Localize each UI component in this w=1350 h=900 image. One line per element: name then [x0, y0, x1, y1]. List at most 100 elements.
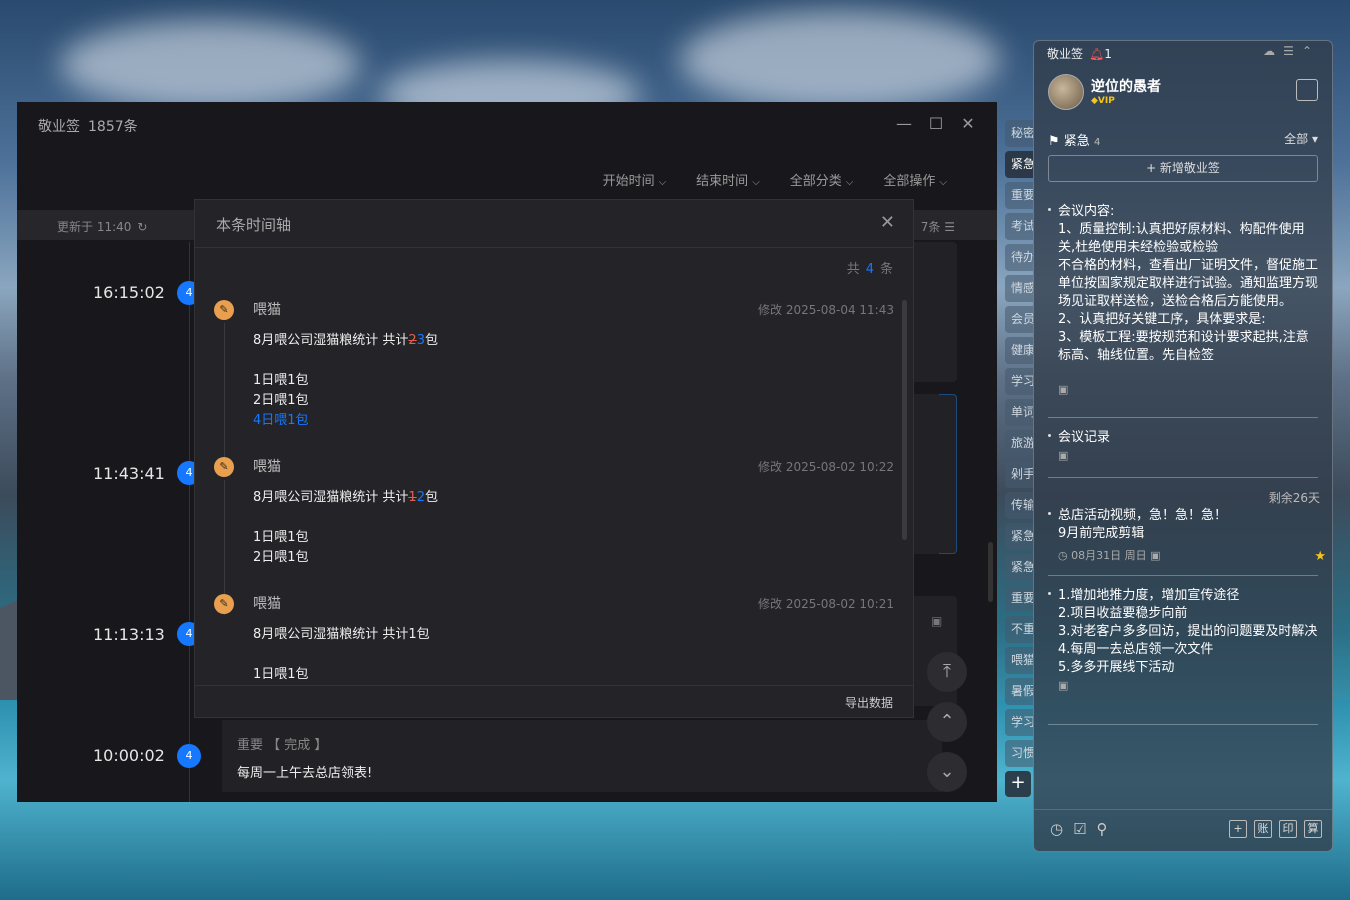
category-tab-active[interactable]: 紧急	[1005, 151, 1033, 178]
dialog-scrollbar[interactable]	[902, 300, 907, 540]
widget-toolbar: ☁☰⌃	[1263, 44, 1320, 58]
vip-badge: ◆VIP	[1091, 96, 1115, 106]
category-tab[interactable]: 秘密	[1005, 120, 1033, 147]
category-filter[interactable]: 全部 ▾	[1284, 130, 1318, 147]
entry-date: 修改 2025-08-02 10:21	[758, 597, 894, 611]
calendar-icon[interactable]	[1296, 79, 1318, 101]
category-tab[interactable]: 重要	[1005, 585, 1033, 612]
export-data-button[interactable]: 导出数据	[845, 694, 893, 711]
footer-tools: ◷☑⚲	[1050, 820, 1118, 838]
account-button[interactable]: 账	[1254, 820, 1272, 838]
note-item[interactable]: 会议内容: 1、质量控制:认真把好原材料、构配件使用关,杜绝使用未经检验或检验 …	[1048, 203, 1320, 413]
category-tab[interactable]: 学习	[1005, 368, 1033, 395]
category-tab[interactable]: 健康	[1005, 337, 1033, 364]
note-reminder: ◷ 08月31日 周日 ▣	[1058, 549, 1161, 562]
note-item[interactable]: 总店活动视频，急！急！急！ 9月前完成剪辑 ◷ 08月31日 周日 ▣	[1048, 507, 1320, 563]
timeline-badge[interactable]: 4	[177, 744, 201, 768]
clock-icon: ◷	[1058, 549, 1068, 562]
entry-line: 1日喂1包	[253, 667, 309, 682]
record-count: 共4条	[846, 262, 893, 277]
clock-icon[interactable]: ◷	[1050, 820, 1073, 838]
history-card[interactable]: 重要 【 完成 】 每周一上午去总店领表!	[222, 720, 942, 792]
print-button[interactable]: 印	[1279, 820, 1297, 838]
category-tab[interactable]: 待办	[1005, 244, 1033, 271]
menu-icon[interactable]: ☰	[1283, 44, 1302, 58]
category-tab[interactable]: 习惯	[1005, 740, 1033, 767]
category-tab[interactable]: 情感	[1005, 275, 1033, 302]
divider	[1048, 724, 1318, 725]
close-icon[interactable]: ✕	[957, 114, 979, 133]
list-icon[interactable]: ☰	[944, 220, 955, 234]
username: 逆位的愚者	[1091, 79, 1161, 95]
note-text: 总店活动视频，急！急！急！ 9月前完成剪辑	[1058, 508, 1228, 541]
category-tabs: 秘密 紧急 重要 考试 待办 情感 会员 健康 学习 单词 旅游 剁手 传输 紧…	[1005, 120, 1033, 797]
category-tab[interactable]: 单词	[1005, 399, 1033, 426]
maximize-icon[interactable]: ☐	[925, 114, 947, 133]
category-tab[interactable]: 紧急	[1005, 523, 1033, 550]
widget-footer: ◷☑⚲ + 账 印 算	[1034, 809, 1332, 851]
new-note-button[interactable]: + 新增敬业签	[1048, 155, 1318, 182]
scroll-down-button[interactable]: ⌄	[927, 752, 967, 792]
checkbox-icon[interactable]: ☑	[1073, 820, 1096, 838]
filter-category[interactable]: 全部分类 ⌵	[790, 170, 854, 189]
filter-end-time[interactable]: 结束时间 ⌵	[696, 170, 760, 189]
entry-date: 修改 2025-08-04 11:43	[758, 303, 894, 317]
edit-icon: ✎	[214, 457, 234, 477]
search-icon[interactable]: ⚲	[1097, 820, 1118, 838]
cloud-icon[interactable]: ☁	[1263, 44, 1283, 58]
add-category-button[interactable]: +	[1005, 771, 1031, 797]
category-tab[interactable]: 旅游	[1005, 430, 1033, 457]
timeline-entry: ✎ 喂猫 修改 2025-08-04 11:43 8月喂公司湿猫粮统计 共计23…	[195, 299, 900, 459]
bullet	[1048, 512, 1051, 515]
dialog-title: 本条时间轴	[216, 216, 292, 234]
avatar[interactable]	[1048, 74, 1084, 110]
bell-icon[interactable]: 🔔︎	[1089, 47, 1104, 61]
archive-icon[interactable]: ▣	[931, 614, 942, 628]
category-tab[interactable]: 暑假	[1005, 678, 1033, 705]
category-tab[interactable]: 考试	[1005, 213, 1033, 240]
category-tab[interactable]: 紧急	[1005, 554, 1033, 581]
timeline-list: ✎ 喂猫 修改 2025-08-04 11:43 8月喂公司湿猫粮统计 共计23…	[195, 290, 900, 685]
category-tab[interactable]: 传输	[1005, 492, 1033, 519]
diamond-icon: ◆	[1091, 96, 1098, 106]
updated-text: 更新于 11:40	[57, 220, 132, 234]
filter-bar: 开始时间 ⌵ 结束时间 ⌵ 全部分类 ⌵ 全部操作 ⌵	[603, 170, 947, 189]
entry-summary: 8月喂公司湿猫粮统计 共计23包	[253, 333, 438, 348]
filter-operation[interactable]: 全部操作 ⌵	[883, 170, 947, 189]
entry-summary: 8月喂公司湿猫粮统计 共计12包	[253, 490, 438, 505]
collapse-icon[interactable]: ⌃	[1302, 44, 1320, 58]
remaining-days: 剩余26天	[1268, 491, 1320, 505]
scrollbar[interactable]	[988, 542, 993, 602]
close-icon[interactable]: ✕	[880, 212, 895, 233]
entry-author: 喂猫	[253, 596, 281, 612]
filter-start-time[interactable]: 开始时间 ⌵	[603, 170, 667, 189]
minimize-icon[interactable]: —	[893, 114, 915, 133]
divider	[1048, 477, 1318, 478]
add-button[interactable]: +	[1229, 820, 1247, 838]
archive-icon[interactable]: ▣	[1058, 449, 1320, 462]
category-tab[interactable]: 会员	[1005, 306, 1033, 333]
timeline-time: 11:13:13	[93, 625, 165, 644]
divider	[1048, 575, 1318, 576]
refresh-icon[interactable]: ↻	[137, 220, 147, 234]
note-item[interactable]: 1.增加地推力度，增加宣传途径 2.项目收益要稳步向前 3.对老客户多多回访，提…	[1048, 587, 1320, 692]
category-tab[interactable]: 不重	[1005, 616, 1033, 643]
category-tab[interactable]: 重要	[1005, 182, 1033, 209]
scroll-top-button[interactable]: ⤒	[927, 652, 967, 692]
scroll-up-button[interactable]: ⌃	[927, 702, 967, 742]
timeline-time: 16:15:02	[93, 283, 165, 302]
category-tab[interactable]: 学习	[1005, 709, 1033, 736]
note-widget: 敬业签 🔔︎1 ☁☰⌃ 逆位的愚者 ◆VIP ⚑ 紧急 4 全部 ▾ + 新增敬业…	[1033, 40, 1333, 852]
divider	[195, 247, 913, 248]
archive-icon[interactable]: ▣	[1150, 549, 1160, 562]
calculator-button[interactable]: 算	[1304, 820, 1322, 838]
note-item[interactable]: 会议记录 ▣	[1048, 429, 1320, 462]
widget-header: 敬业签 🔔︎1	[1047, 47, 1112, 61]
category-tab[interactable]: 剁手	[1005, 461, 1033, 488]
archive-icon[interactable]: ▣	[1058, 679, 1320, 692]
archive-icon[interactable]: ▣	[1058, 383, 1320, 396]
star-icon[interactable]: ★	[1314, 549, 1326, 564]
category-tab[interactable]: 喂猫	[1005, 647, 1033, 674]
timeline-connector	[224, 323, 225, 458]
bullet	[1048, 208, 1051, 211]
